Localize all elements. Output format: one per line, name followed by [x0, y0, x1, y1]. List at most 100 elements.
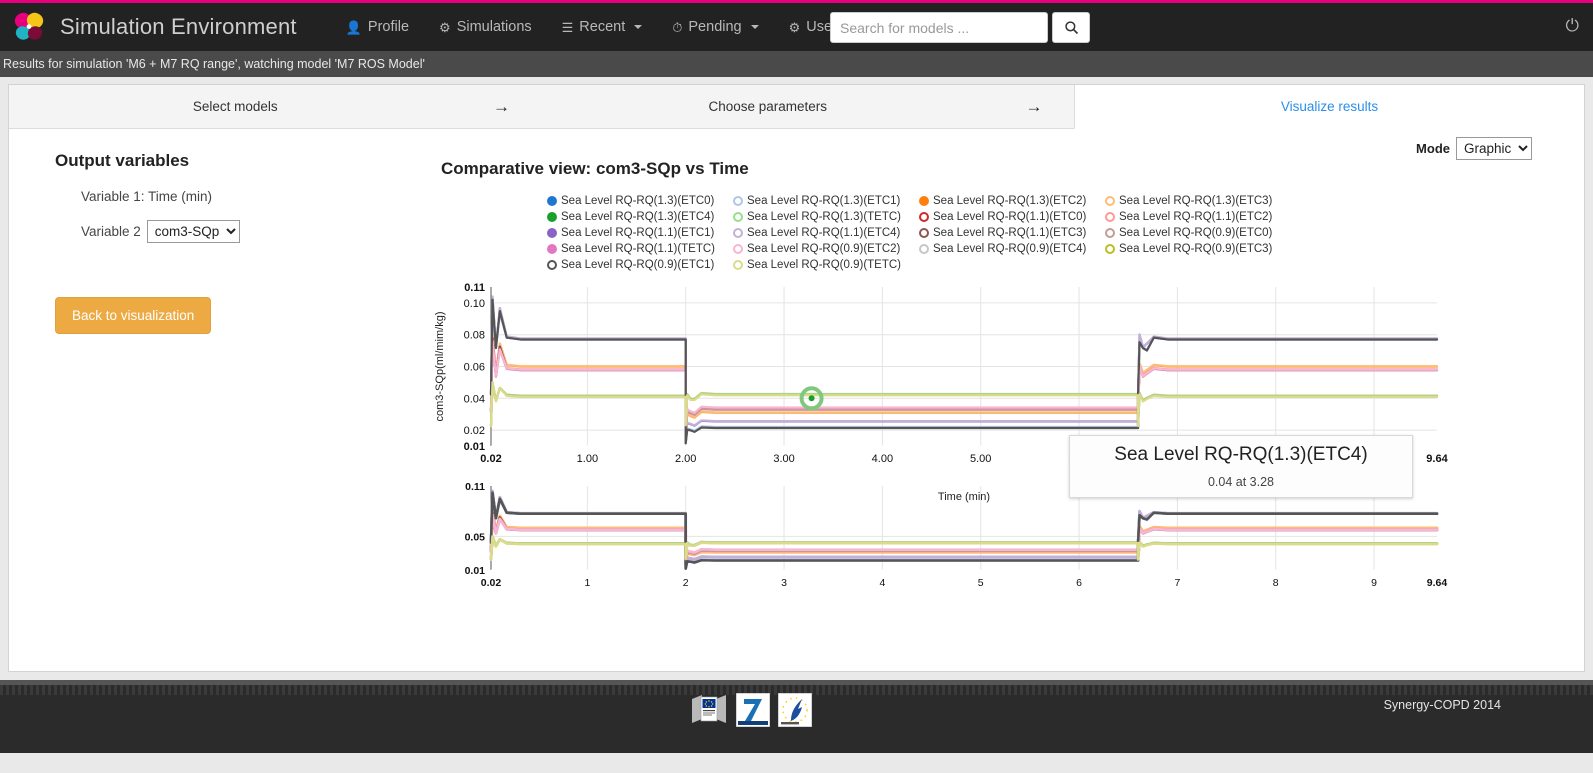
back-to-visualization-button[interactable]: Back to visualization [55, 297, 211, 334]
series-line[interactable] [491, 341, 1437, 432]
butterfly-logo-icon [12, 10, 46, 44]
variable2-select[interactable]: com3-SQp [147, 220, 240, 243]
series-line[interactable] [491, 515, 1437, 563]
search-icon [1064, 20, 1079, 35]
nav-item-profile[interactable]: 👤 Profile [331, 19, 424, 35]
series-line[interactable] [491, 297, 1437, 440]
search-button[interactable] [1052, 12, 1090, 43]
legend-item[interactable]: Sea Level RQ-RQ(1.1)(ETC0) [919, 211, 1101, 223]
chart-legend: Sea Level RQ-RQ(1.3)(ETC0) Sea Level RQ-R… [547, 195, 1534, 271]
x-axis-tick-label: 9.64 [1427, 577, 1448, 589]
mode-select[interactable]: Graphic [1456, 137, 1532, 160]
tooltip-title: Sea Level RQ-RQ(1.3)(ETC4) [1080, 444, 1402, 466]
eu-stars-logo-icon [778, 693, 812, 727]
step-select-models[interactable]: Select models [9, 85, 462, 128]
legend-item-label: Sea Level RQ-RQ(1.1)(ETC3) [933, 227, 1086, 239]
series-line[interactable] [491, 382, 1437, 426]
x-axis-tick-label: 6 [1076, 577, 1082, 589]
legend-item[interactable]: Sea Level RQ-RQ(1.3)(ETC1) [733, 195, 915, 207]
series-line[interactable] [491, 335, 1437, 435]
legend-item-label: Sea Level RQ-RQ(0.9)(ETC3) [1119, 243, 1272, 255]
legend-item[interactable]: Sea Level RQ-RQ(0.9)(ETC0) [1105, 227, 1287, 239]
legend-item[interactable]: Sea Level RQ-RQ(0.9)(TETC) [733, 259, 915, 271]
y-axis-tick-label: 0.04 [464, 393, 485, 405]
legend-item[interactable]: Sea Level RQ-RQ(0.9)(ETC1) [547, 259, 729, 271]
chart-tooltip: Sea Level RQ-RQ(1.3)(ETC4) 0.04 at 3.28 [1069, 435, 1413, 498]
eu-commission-logo-icon [690, 693, 728, 727]
series-line[interactable] [491, 341, 1437, 432]
x-axis-title: Time (min) [938, 491, 990, 503]
legend-item[interactable]: Sea Level RQ-RQ(1.3)(ETC2) [919, 195, 1101, 207]
y-axis-tick-label: 0.01 [465, 565, 486, 577]
legend-item[interactable]: Sea Level RQ-RQ(1.3)(ETC0) [547, 195, 729, 207]
series-line[interactable] [491, 382, 1437, 425]
gear-icon: ⚙ [439, 21, 451, 34]
step-label: Visualize results [1281, 99, 1378, 114]
nav-item-pending[interactable]: ⏱ Pending [657, 19, 773, 35]
y-axis-tick-label: 0.11 [464, 282, 485, 294]
series-line[interactable] [491, 297, 1437, 440]
variable1-row: Variable 1: Time (min) [81, 189, 419, 204]
legend-item[interactable]: Sea Level RQ-RQ(1.3)(TETC) [733, 211, 915, 223]
series-line[interactable] [491, 382, 1437, 425]
series-line[interactable] [491, 515, 1437, 563]
legend-item[interactable]: Sea Level RQ-RQ(1.1)(ETC4) [733, 227, 915, 239]
legend-item[interactable]: Sea Level RQ-RQ(1.1)(ETC3) [919, 227, 1101, 239]
hover-point-dot [809, 395, 815, 401]
series-line[interactable] [491, 338, 1437, 433]
legend-color-swatch-icon [547, 228, 557, 238]
search-input[interactable] [830, 12, 1048, 43]
gear-icon: ⚙ [789, 21, 801, 34]
legend-color-swatch-icon [547, 212, 557, 222]
step-visualize-results[interactable]: Visualize results [1074, 85, 1584, 129]
series-line[interactable] [491, 338, 1437, 433]
legend-item[interactable]: Sea Level RQ-RQ(0.9)(ETC3) [1105, 243, 1287, 255]
series-line[interactable] [491, 382, 1437, 426]
nav-item-label: Profile [368, 19, 409, 35]
legend-item-label: Sea Level RQ-RQ(1.1)(ETC2) [1119, 211, 1272, 223]
list-icon: ☰ [562, 21, 574, 34]
series-line[interactable] [491, 335, 1437, 435]
legend-color-swatch-icon [733, 244, 743, 254]
chart-title: Comparative view: com3-SQp vs Time [441, 159, 1534, 179]
legend-item-label: Sea Level RQ-RQ(1.3)(ETC2) [933, 195, 1086, 207]
legend-item[interactable]: Sea Level RQ-RQ(0.9)(ETC4) [919, 243, 1101, 255]
x-axis-tick-label: 0.02 [480, 453, 501, 465]
series-line[interactable] [491, 338, 1437, 433]
legend-item-label: Sea Level RQ-RQ(0.9)(ETC1) [561, 259, 714, 271]
legend-color-swatch-icon [919, 228, 929, 238]
output-variables-title: Output variables [55, 151, 419, 171]
series-line[interactable] [491, 382, 1437, 425]
legend-item[interactable]: Sea Level RQ-RQ(1.1)(ETC1) [547, 227, 729, 239]
legend-item[interactable]: Sea Level RQ-RQ(1.3)(ETC3) [1105, 195, 1287, 207]
nav-item-recent[interactable]: ☰ Recent [547, 19, 658, 35]
x-axis-tick-label: 9.64 [1426, 453, 1448, 465]
footer-copyright: Synergy-COPD 2014 [1384, 698, 1501, 712]
x-axis-tick-label: 4 [879, 577, 885, 589]
x-axis-tick-label: 1.00 [577, 453, 598, 465]
legend-item-label: Sea Level RQ-RQ(0.9)(TETC) [747, 259, 901, 271]
y-axis-tick-label: 0.01 [464, 441, 485, 453]
legend-color-swatch-icon [919, 244, 929, 254]
page-content: Output variables Variable 1: Time (min) … [9, 129, 1584, 671]
clock-icon: ⏱ [672, 21, 682, 34]
legend-item[interactable]: Sea Level RQ-RQ(1.3)(ETC4) [547, 211, 729, 223]
nav-item-simulations[interactable]: ⚙ Simulations [424, 19, 547, 35]
step-label: Choose parameters [708, 99, 827, 114]
step-choose-parameters[interactable]: Choose parameters [542, 85, 995, 128]
power-off-icon[interactable]: ⏻ [1566, 17, 1579, 34]
series-line[interactable] [491, 341, 1437, 433]
legend-item[interactable]: Sea Level RQ-RQ(1.1)(TETC) [547, 243, 729, 255]
mode-label: Mode [1416, 141, 1450, 156]
legend-item[interactable]: Sea Level RQ-RQ(1.1)(ETC2) [1105, 211, 1287, 223]
user-icon: 👤 [346, 21, 362, 34]
legend-item[interactable]: Sea Level RQ-RQ(0.9)(ETC2) [733, 243, 915, 255]
step-label: Select models [193, 99, 278, 114]
legend-item-label: Sea Level RQ-RQ(1.3)(ETC1) [747, 195, 900, 207]
series-line[interactable] [491, 513, 1437, 563]
subheader-bar: Results for simulation 'M6 + M7 RQ range… [0, 51, 1593, 77]
x-axis-tick-label: 3 [781, 577, 787, 589]
x-axis-tick-label: 5.00 [970, 453, 991, 465]
synergy-butterfly-logo[interactable] [6, 10, 52, 44]
legend-item-label: Sea Level RQ-RQ(1.3)(ETC3) [1119, 195, 1272, 207]
